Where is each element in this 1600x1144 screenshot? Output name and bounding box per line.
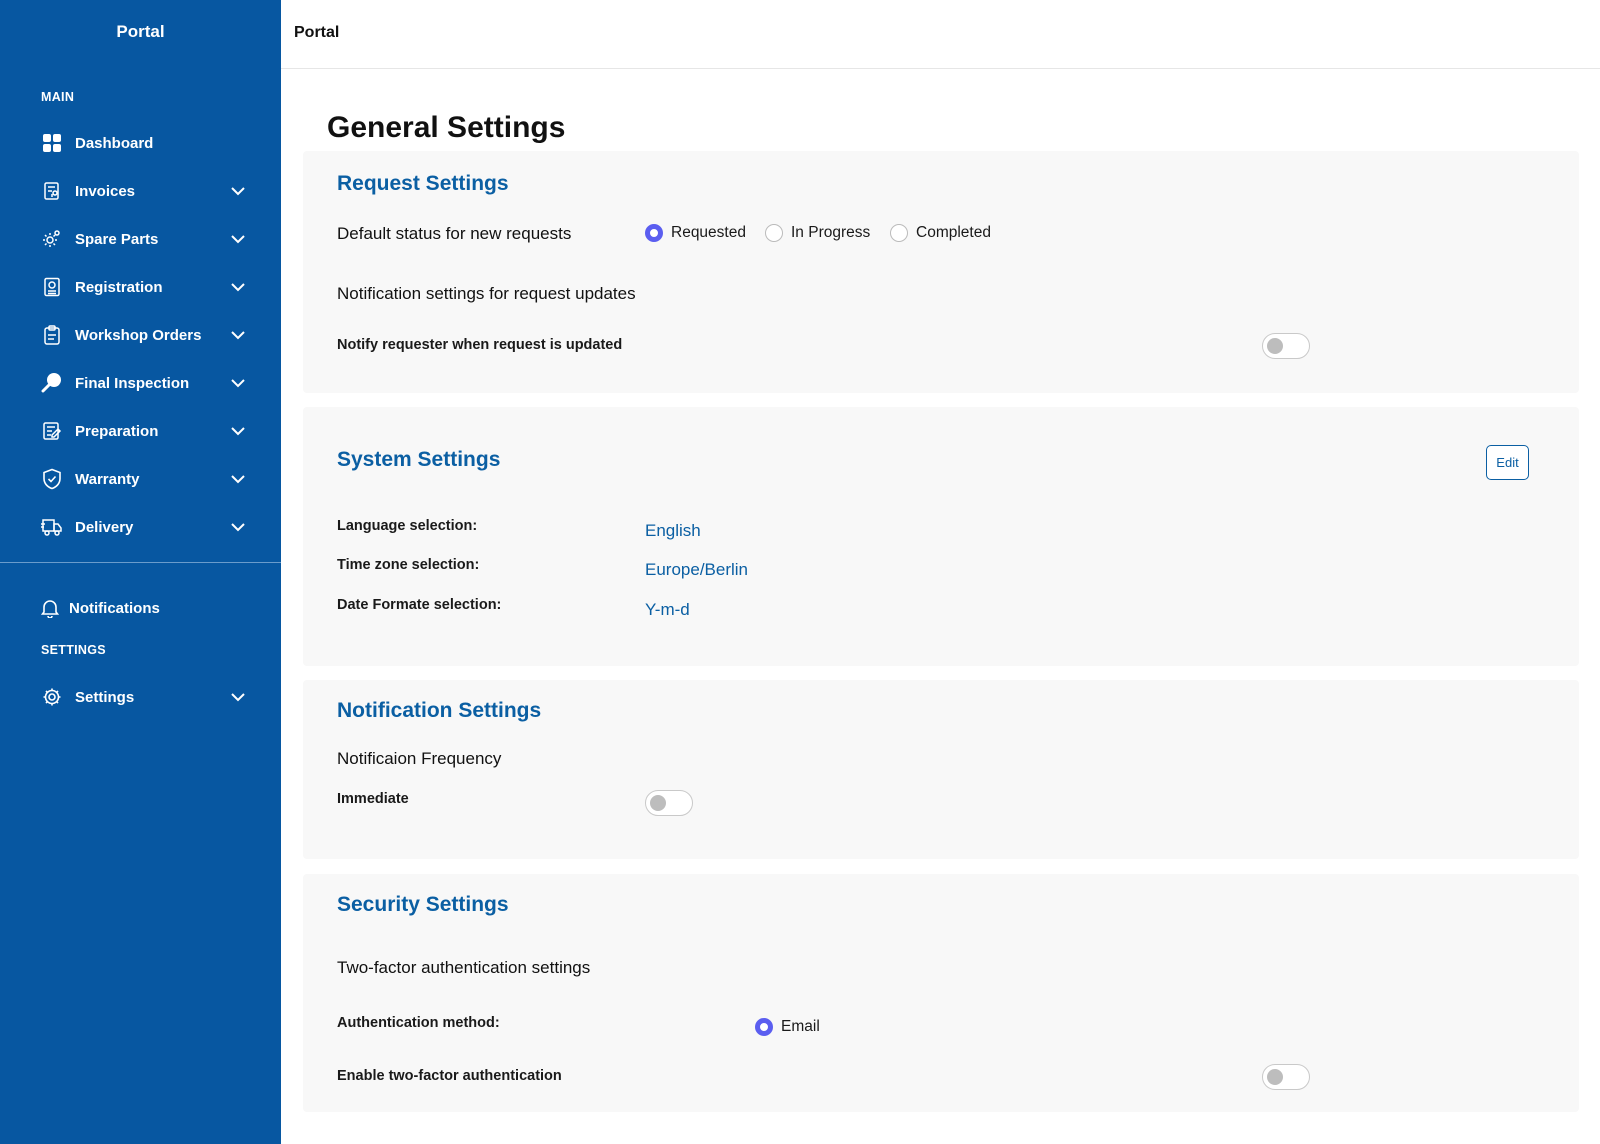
radio-selected-indicator [645, 224, 663, 242]
notification-frequency-heading: Notificaion Frequency [337, 749, 502, 768]
gear-parts-icon [41, 228, 63, 250]
radio-indicator [890, 224, 908, 242]
dashboard-grid-icon [41, 132, 63, 154]
truck-icon [41, 516, 63, 538]
security-settings-title: Security Settings [337, 893, 509, 916]
checklist-icon [41, 420, 63, 442]
sidebar-item-warranty[interactable]: Warranty [41, 462, 246, 496]
sidebar-item-label: Notifications [69, 599, 160, 617]
sidebar-divider [0, 562, 281, 563]
sidebar-item-workshop-orders[interactable]: Workshop Orders [41, 318, 246, 352]
security-settings-card: Security Settings Two-factor authenticat… [303, 874, 1579, 1112]
toggle-knob [1267, 1069, 1283, 1085]
sidebar-item-invoices[interactable]: Invoices [41, 174, 246, 208]
sidebar-item-label: Spare Parts [75, 230, 159, 248]
radio-email[interactable]: Email [755, 1018, 820, 1036]
sidebar-item-final-inspection[interactable]: Final Inspection [41, 366, 246, 400]
radio-label: Email [781, 1018, 820, 1035]
sidebar-item-label: Delivery [75, 518, 134, 536]
notify-requester-toggle[interactable] [1262, 333, 1310, 359]
chevron-down-icon[interactable] [230, 519, 246, 535]
toggle-knob [1267, 338, 1283, 354]
chevron-down-icon[interactable] [230, 375, 246, 391]
bell-icon [41, 597, 59, 619]
sidebar-item-label: Settings [75, 688, 135, 706]
sidebar-item-label: Registration [75, 278, 163, 296]
two-factor-heading: Two-factor authentication settings [337, 958, 591, 977]
radio-requested[interactable]: Requested [645, 224, 746, 242]
sidebar-item-label: Workshop Orders [75, 326, 202, 344]
immediate-label: Immediate [337, 791, 409, 807]
enable-2fa-label: Enable two-factor authentication [337, 1068, 562, 1084]
notification-settings-card: Notification Settings Notificaion Freque… [303, 680, 1579, 859]
timezone-label: Time zone selection: [337, 557, 480, 573]
sidebar-item-registration[interactable]: Registration [41, 270, 246, 304]
notify-requester-label: Notify requester when request is updated [337, 337, 623, 353]
magnifier-icon [41, 372, 63, 394]
sidebar-item-label: Invoices [75, 182, 136, 200]
toggle-knob [650, 795, 666, 811]
sidebar-item-dashboard[interactable]: Dashboard [41, 126, 246, 160]
main-section-label: MAIN [41, 90, 75, 104]
invoice-icon [41, 180, 63, 202]
timezone-value[interactable]: Europe/Berlin [645, 560, 748, 580]
chevron-down-icon[interactable] [230, 471, 246, 487]
sidebar-item-delivery[interactable]: Delivery [41, 510, 246, 544]
request-settings-title: Request Settings [337, 172, 509, 195]
sidebar-item-spare-parts[interactable]: Spare Parts [41, 222, 246, 256]
brand-title: Portal [116, 22, 165, 41]
radio-label: In Progress [791, 224, 871, 241]
chevron-down-icon[interactable] [230, 279, 246, 295]
sidebar-item-label: Final Inspection [75, 374, 190, 392]
sidebar-item-label: Dashboard [75, 134, 154, 152]
system-settings-title: System Settings [337, 448, 501, 471]
top-bar: Portal [281, 0, 1600, 69]
chevron-down-icon[interactable] [230, 231, 246, 247]
sidebar-item-settings[interactable]: Settings [41, 680, 246, 714]
system-settings-card: System Settings Edit Language selection:… [303, 407, 1579, 666]
immediate-toggle[interactable] [645, 790, 693, 816]
chevron-down-icon[interactable] [230, 327, 246, 343]
notification-settings-title: Notification Settings [337, 699, 542, 722]
gear-icon [41, 686, 63, 708]
date-format-label: Date Formate selection: [337, 597, 502, 613]
default-status-label: Default status for new requests [337, 224, 572, 243]
notification-settings-heading: Notification settings for request update… [337, 284, 636, 303]
radio-indicator [765, 224, 783, 242]
chevron-down-icon[interactable] [230, 183, 246, 199]
date-format-value[interactable]: Y-m-d [645, 600, 690, 620]
chevron-down-icon[interactable] [230, 423, 246, 439]
radio-label: Completed [916, 224, 991, 241]
language-label: Language selection: [337, 518, 478, 534]
enable-2fa-toggle[interactable] [1262, 1064, 1310, 1090]
sidebar-item-label: Preparation [75, 422, 159, 440]
sidebar-item-notifications[interactable]: Notifications [41, 591, 246, 625]
auth-method-label: Authentication method: [337, 1015, 500, 1031]
topbar-title: Portal [294, 24, 340, 41]
page-title: General Settings [327, 111, 566, 144]
chevron-down-icon[interactable] [230, 689, 246, 705]
clipboard-icon [41, 324, 63, 346]
registration-icon [41, 276, 63, 298]
radio-selected-indicator [755, 1018, 773, 1036]
sidebar: Portal MAIN Dashboard Invoices Spare Par… [0, 0, 281, 1144]
settings-section-label: SETTINGS [41, 643, 106, 657]
edit-button[interactable]: Edit [1486, 445, 1529, 480]
radio-completed[interactable]: Completed [890, 224, 991, 242]
shield-icon [41, 468, 63, 490]
radio-label: Requested [671, 224, 746, 241]
language-value[interactable]: English [645, 521, 701, 541]
sidebar-item-label: Warranty [75, 470, 140, 488]
request-settings-card: Request Settings Default status for new … [303, 151, 1579, 393]
sidebar-item-preparation[interactable]: Preparation [41, 414, 246, 448]
radio-in-progress[interactable]: In Progress [765, 224, 870, 242]
